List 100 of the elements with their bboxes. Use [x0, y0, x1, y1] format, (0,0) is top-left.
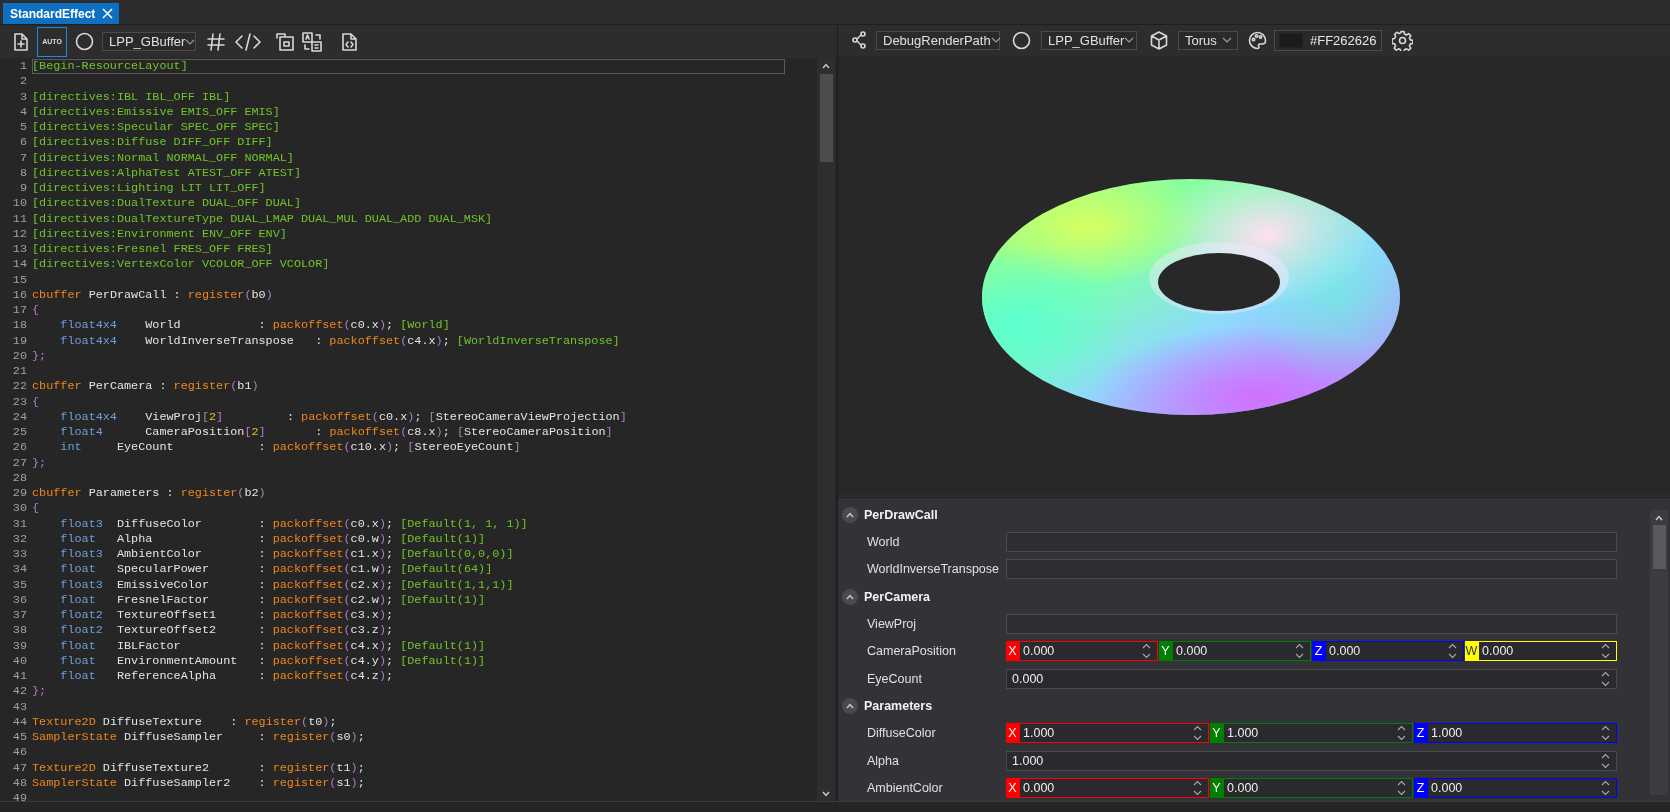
frames-icon[interactable] — [276, 32, 294, 51]
new-file-icon[interactable] — [13, 32, 29, 51]
property-label: AmbientColor — [866, 781, 944, 796]
caret-icon — [185, 38, 196, 45]
share-icon[interactable] — [852, 31, 866, 49]
line-number: 7 — [18, 150, 27, 166]
code-line: float SpecularPower : packoffset(c1.w); [Default(64)] — [59, 562, 494, 578]
spinner-icon[interactable] — [1193, 725, 1202, 742]
scrollbar[interactable] — [817, 58, 835, 801]
color-swatch — [1279, 32, 1303, 48]
close-icon[interactable] — [102, 8, 114, 19]
code-line: [directives:Diffuse DIFF_OFF DIFF] — [32, 135, 274, 151]
line-number: 3 — [18, 89, 27, 105]
spinner-icon[interactable] — [1601, 725, 1610, 742]
code-line: }; — [32, 455, 48, 471]
number-field[interactable]: 0.000 — [1325, 641, 1464, 662]
line-number: 33 — [11, 547, 27, 563]
code-line: SamplerState DiffuseSampler : register(s0); — [32, 730, 366, 746]
spinner-icon[interactable] — [1601, 780, 1610, 797]
settings-icon[interactable] — [1391, 29, 1413, 51]
axis-label: Y — [1210, 723, 1223, 744]
number-field[interactable]: 0.000 — [1223, 778, 1413, 799]
tab[interactable]: StandardEffect — [3, 3, 120, 24]
input-field[interactable] — [1006, 531, 1617, 552]
scrollbar-thumb[interactable] — [1652, 525, 1666, 569]
code-line: { — [32, 501, 41, 517]
code-line: float3 EmissiveColor : packoffset(c2.x); [Default(1,1,1)] — [59, 577, 515, 593]
dropdown[interactable]: DebugRenderPath — [876, 30, 1000, 50]
number-field[interactable]: 0.000 — [1006, 668, 1617, 689]
spinner-icon[interactable] — [1397, 725, 1406, 742]
number-field[interactable]: 1.000 — [1019, 723, 1209, 744]
collapse-button[interactable] — [842, 698, 858, 714]
color-field[interactable]: #FF262626 — [1274, 29, 1382, 51]
number-field[interactable]: 1.000 — [1223, 723, 1413, 744]
line-number: 46 — [11, 745, 27, 761]
circle-icon[interactable] — [75, 32, 94, 51]
collapse-button[interactable] — [842, 588, 858, 605]
number-field[interactable]: 0.000 — [1478, 641, 1617, 662]
caret-icon — [1124, 37, 1135, 43]
line-number: 16 — [11, 287, 27, 303]
property-label: WorldInverseTranspose — [866, 562, 1000, 577]
property-label: Alpha — [866, 753, 900, 768]
hash-icon[interactable] — [206, 31, 226, 52]
scrollbar[interactable] — [1650, 510, 1668, 795]
chevron-up-icon — [822, 63, 830, 69]
line-number: 19 — [11, 333, 27, 349]
dropdown[interactable]: LPP_GBuffer — [102, 32, 196, 51]
line-number: 17 — [11, 303, 27, 319]
line-number: 24 — [11, 409, 27, 425]
code-line: }; — [32, 684, 48, 700]
chevron-up-icon — [846, 511, 854, 518]
spinner-icon[interactable] — [1193, 780, 1202, 797]
dropdown[interactable]: LPP_GBuffer — [1041, 30, 1137, 50]
number-field[interactable]: 0.000 — [1172, 641, 1311, 662]
code-line: [directives:Emissive EMIS_OFF EMIS] — [32, 104, 281, 120]
input-field[interactable] — [1006, 559, 1617, 580]
swap-icon[interactable] — [302, 31, 322, 52]
axis-label: X — [1006, 641, 1019, 662]
number-field[interactable]: 0.000 — [1019, 778, 1209, 799]
input-field[interactable] — [1006, 613, 1617, 634]
code-line: float3 DiffuseColor : packoffset(c0.x); [Default(1, 1, 1)] — [59, 516, 529, 532]
code-line: float IBLFactor : packoffset(c4.x); [Default(1)] — [59, 638, 487, 654]
line-number: 10 — [11, 196, 27, 212]
number-field[interactable]: 1.000 — [1427, 723, 1617, 744]
spinner-icon[interactable] — [1601, 643, 1610, 660]
spinner-icon[interactable] — [1397, 780, 1406, 797]
group-title: PerDrawCall — [864, 507, 938, 522]
code-line: }; — [32, 348, 48, 364]
line-number: 9 — [18, 181, 27, 197]
spinner-icon[interactable] — [1295, 643, 1304, 660]
line-number: 21 — [11, 364, 27, 380]
chevron-down-icon — [822, 791, 830, 797]
code-line: [directives:Normal NORMAL_OFF NORMAL] — [32, 150, 295, 166]
line-number: 4 — [18, 104, 27, 120]
number-field[interactable]: 1.000 — [1006, 750, 1617, 771]
line-number: 29 — [11, 486, 27, 502]
line-number: 41 — [11, 669, 27, 685]
code-line: [directives:Environment ENV_OFF ENV] — [32, 226, 288, 242]
circle-icon[interactable] — [1012, 30, 1031, 50]
code-line: float2 TextureOffset2 : packoffset(c3.z); — [59, 623, 395, 639]
caret-icon — [1222, 37, 1232, 43]
code-icon[interactable] — [234, 31, 262, 52]
number-field[interactable]: 0.000 — [1019, 641, 1158, 662]
axis-label: Z — [1312, 641, 1325, 662]
code-line: [directives:IBL IBL_OFF IBL] — [32, 89, 232, 105]
spinner-icon[interactable] — [1601, 752, 1610, 769]
line-number: 32 — [11, 531, 27, 547]
spinner-icon[interactable] — [1448, 643, 1457, 660]
cube-icon[interactable] — [1150, 30, 1168, 50]
collapse-button[interactable] — [842, 506, 858, 523]
palette-icon[interactable] — [1248, 30, 1267, 50]
scrollbar-thumb[interactable] — [819, 74, 833, 162]
dropdown[interactable]: Torus — [1178, 30, 1238, 50]
spinner-icon[interactable] — [1142, 643, 1151, 660]
number-field[interactable]: 0.000 — [1427, 778, 1617, 799]
code-line: Texture2D DiffuseTexture2 : register(t1); — [32, 760, 366, 776]
spinner-icon[interactable] — [1601, 670, 1610, 687]
file-code-icon[interactable] — [342, 32, 357, 51]
line-number: 49 — [11, 791, 27, 801]
chevron-up-icon — [846, 703, 854, 709]
